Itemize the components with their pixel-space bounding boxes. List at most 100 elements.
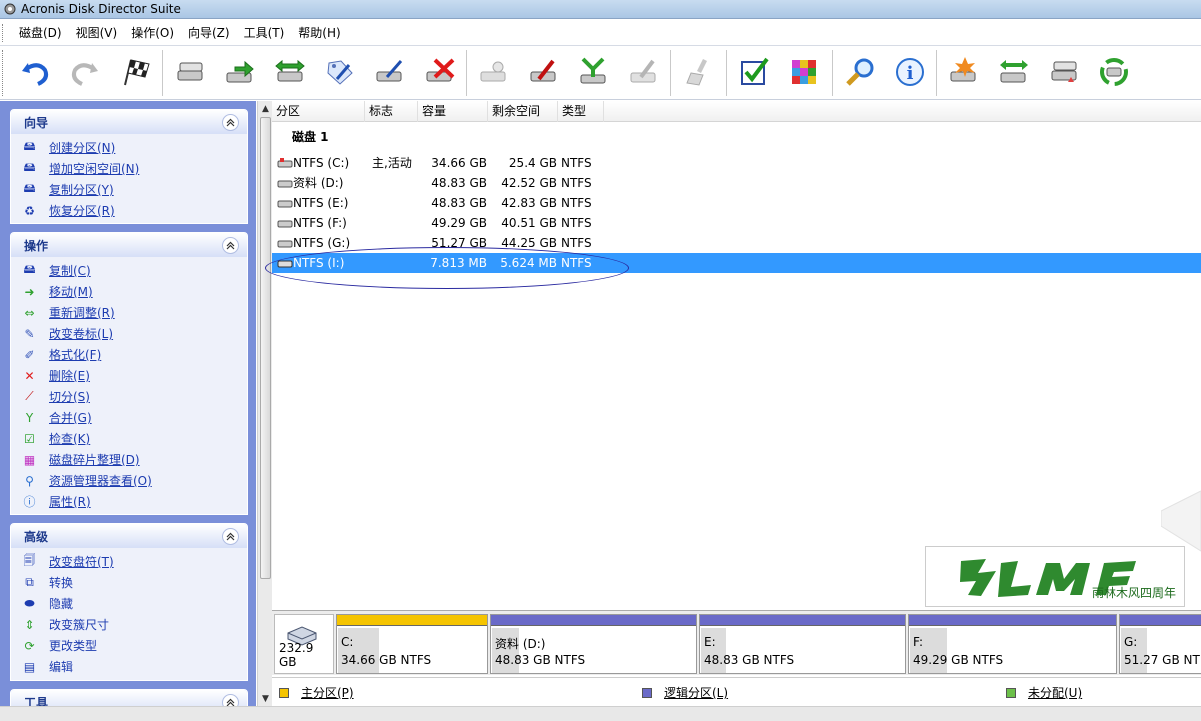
sidebar-item-change-label[interactable]: ✎ 改变卷标(L) [21, 323, 247, 344]
menu-disk[interactable]: 磁盘(D) [12, 22, 69, 44]
sidebar-item-move[interactable]: ➜ 移动(M) [21, 281, 247, 302]
scroll-up-arrow[interactable]: ▲ [258, 101, 273, 116]
menubar-grip[interactable] [2, 24, 5, 42]
disk-1-cell[interactable]: 232.9 GB [274, 614, 334, 674]
sidebar-item-properties[interactable]: ⓘ 属性(R) [21, 491, 247, 512]
sidebar-item-label: 合并(G) [49, 411, 92, 425]
sidebar-item-copy-partition[interactable]: 🖴 复制分区(Y) [21, 179, 247, 200]
partition-label: G: [1124, 635, 1138, 649]
sidebar-item-copy[interactable]: 🖴 复制(C) [21, 260, 247, 281]
sidebar-item-recover-partition[interactable]: ♻ 恢复分区(R) [21, 200, 247, 221]
sidebar-item-cluster-size[interactable]: ⇕ 改变簇尺寸 [21, 614, 247, 635]
increase-space-button[interactable] [994, 52, 1034, 92]
sidebar-item-defragment[interactable]: ▦ 磁盘碎片整理(D) [21, 449, 247, 470]
partition-flags: 主,活动 [372, 156, 412, 170]
move-button[interactable] [220, 52, 260, 92]
sidebar-item-change-type[interactable]: ⟳ 更改类型 [21, 635, 247, 656]
recover-partition-icon [1100, 58, 1128, 86]
menu-help[interactable]: 帮助(H) [291, 22, 347, 44]
table-row[interactable]: NTFS (E:) 48.83 GB 42.83 GB NTFS [272, 193, 1201, 213]
partition-type-bar [491, 615, 696, 626]
task-pane-scrollbar[interactable]: ▲ ▼ [257, 101, 272, 706]
clean-button[interactable] [680, 52, 720, 92]
copy-button[interactable] [170, 52, 210, 92]
recover-partition-button[interactable] [1094, 52, 1134, 92]
sidebar-item-label: 属性(R) [49, 495, 91, 509]
checkered-flag-icon [124, 59, 150, 86]
properties-button[interactable]: i [890, 52, 930, 92]
recover-button[interactable] [474, 52, 514, 92]
sidebar-item-add-free-space[interactable]: 🖴 增加空闲空间(N) [21, 158, 247, 179]
legend-logical[interactable]: 逻辑分区(L) [642, 684, 728, 701]
menu-bar: 磁盘(D) 视图(V) 操作(O) 向导(Z) 工具(T) 帮助(H) [0, 20, 1201, 46]
diskmap-partition-g[interactable]: G: 51.27 GB NTFS [1119, 614, 1201, 674]
merge-button[interactable] [574, 52, 614, 92]
create-partition-icon: 🖴 [23, 139, 36, 153]
legend-unallocated[interactable]: 未分配(U) [1006, 684, 1082, 701]
defragment-button[interactable] [784, 52, 824, 92]
column-free-space[interactable]: 剩余空间 [488, 101, 558, 122]
legend-primary[interactable]: 主分区(P) [279, 684, 354, 701]
column-capacity[interactable]: 容量 [418, 101, 488, 122]
scroll-down-arrow[interactable]: ▼ [258, 691, 273, 706]
diskmap-partition-c[interactable]: C: 34.66 GB NTFS [336, 614, 488, 674]
column-type[interactable]: 类型 [558, 101, 604, 122]
sidebar-item-create-partition[interactable]: 🖴 创建分区(N) [21, 137, 247, 158]
commit-button[interactable] [116, 52, 156, 92]
sidebar-item-merge[interactable]: Y 合并(G) [21, 407, 247, 428]
menu-view[interactable]: 视图(V) [69, 22, 125, 44]
sidebar-item-format[interactable]: ✐ 格式化(F) [21, 344, 247, 365]
table-row[interactable]: 资料 (D:) 48.83 GB 42.52 GB NTFS [272, 173, 1201, 193]
delete-button[interactable] [420, 52, 460, 92]
chevron-up-icon [226, 532, 235, 540]
collapse-wizards-button[interactable] [222, 113, 239, 131]
partition-free: 25.4 GB [508, 156, 557, 170]
redo-button[interactable] [65, 52, 105, 92]
format-button[interactable] [370, 52, 410, 92]
tools-group-header[interactable]: 工具 [11, 690, 247, 706]
change-label-button[interactable] [320, 52, 360, 92]
explore-button[interactable] [840, 52, 880, 92]
check-button[interactable] [734, 52, 774, 92]
sidebar-item-edit[interactable]: ▤ 编辑 [21, 656, 247, 677]
menu-wizards[interactable]: 向导(Z) [181, 22, 237, 44]
collapse-tools-button[interactable] [222, 693, 239, 706]
sidebar-item-explore[interactable]: ⚲ 资源管理器查看(O) [21, 470, 247, 491]
sidebar-item-resize[interactable]: ⇔ 重新调整(R) [21, 302, 247, 323]
diskmap-partition-e[interactable]: E: 48.83 GB NTFS [699, 614, 906, 674]
operations-group-header[interactable]: 操作 [11, 233, 247, 257]
diskmap-partition-f[interactable]: F: 49.29 GB NTFS [908, 614, 1117, 674]
collapse-operations-button[interactable] [222, 236, 239, 254]
column-flags[interactable]: 标志 [365, 101, 418, 122]
wizards-group-header[interactable]: 向导 [11, 110, 247, 134]
sidebar-item-delete[interactable]: ✕ 删除(E) [21, 365, 247, 386]
table-row[interactable]: NTFS (F:) 49.29 GB 40.51 GB NTFS [272, 213, 1201, 233]
create-partition-button[interactable] [944, 52, 984, 92]
brush-disabled-icon [686, 59, 707, 86]
undo-button[interactable] [15, 52, 55, 92]
collapse-advanced-button[interactable] [222, 527, 239, 545]
copy-disk-icon [177, 62, 203, 81]
sidebar-item-split[interactable]: ⟋ 切分(S) [21, 386, 247, 407]
menu-operations[interactable]: 操作(O) [124, 22, 181, 44]
scrollbar-thumb[interactable] [260, 117, 271, 579]
chevron-up-icon [226, 698, 235, 706]
diskmap-partition-d[interactable]: 资料 (D:) 48.83 GB NTFS [490, 614, 697, 674]
copy-partition-button[interactable] [1044, 52, 1084, 92]
edit-button[interactable] [624, 52, 664, 92]
partition-capacity: 34.66 GB [431, 156, 487, 170]
resize-button[interactable] [270, 52, 310, 92]
table-row[interactable]: NTFS (C:) 主,活动 34.66 GB 25.4 GB NTFS [272, 153, 1201, 173]
split-button[interactable] [524, 52, 564, 92]
svg-text:i: i [907, 63, 914, 84]
disk-label[interactable]: 磁盘 1 [292, 128, 329, 145]
sidebar-item-convert[interactable]: ⧉ 转换 [21, 572, 247, 593]
advanced-group-header[interactable]: 高级 [11, 524, 247, 548]
column-partition[interactable]: 分区 [272, 101, 365, 122]
menu-tools[interactable]: 工具(T) [237, 22, 292, 44]
sidebar-item-change-letter[interactable]: 🗐 改变盘符(T) [21, 551, 247, 572]
sidebar-item-check[interactable]: ☑ 检查(K) [21, 428, 247, 449]
toolbar-grip[interactable] [2, 50, 5, 96]
sidebar-item-hide[interactable]: ⬬ 隐藏 [21, 593, 247, 614]
partition-icon [277, 240, 293, 248]
